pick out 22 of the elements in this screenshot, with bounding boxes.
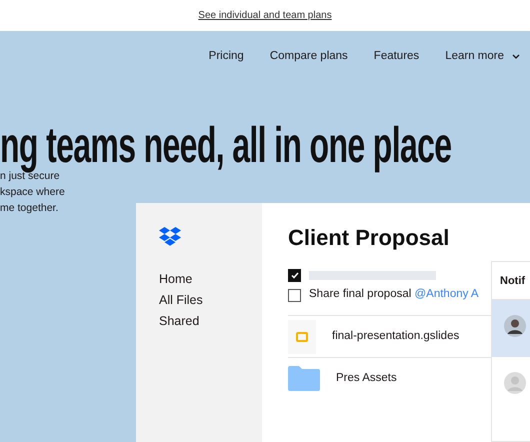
sidebar-item[interactable]: Home [159, 269, 262, 290]
headline: ng teams need, all in one place [0, 120, 452, 170]
file-name[interactable]: final-presentation.gslides [332, 328, 460, 346]
document-title: Client Proposal [288, 224, 450, 252]
avatar-icon [504, 314, 526, 337]
chevron-down-icon [512, 54, 520, 60]
task-text: Share final proposal @Anthony A [309, 287, 479, 302]
checkbox[interactable] [288, 288, 301, 302]
sidebar-item[interactable]: All Files [159, 290, 262, 311]
avatar-icon [504, 372, 526, 394]
nav-dropdown[interactable]: Learn more [445, 48, 520, 66]
slides-file-icon [288, 320, 316, 354]
checkbox[interactable] [288, 268, 301, 282]
check-icon [290, 272, 298, 278]
sidebar-item[interactable]: Shared [159, 311, 262, 332]
nav-link[interactable]: Features [374, 48, 420, 66]
plans-link[interactable]: See individual and team plans [198, 8, 332, 23]
folder-icon [288, 366, 320, 391]
box-logo-icon [159, 227, 181, 246]
nav-link[interactable]: Pricing [208, 48, 244, 66]
file-name[interactable]: Pres Assets [336, 370, 397, 388]
nav-link[interactable]: Compare plans [270, 48, 348, 66]
